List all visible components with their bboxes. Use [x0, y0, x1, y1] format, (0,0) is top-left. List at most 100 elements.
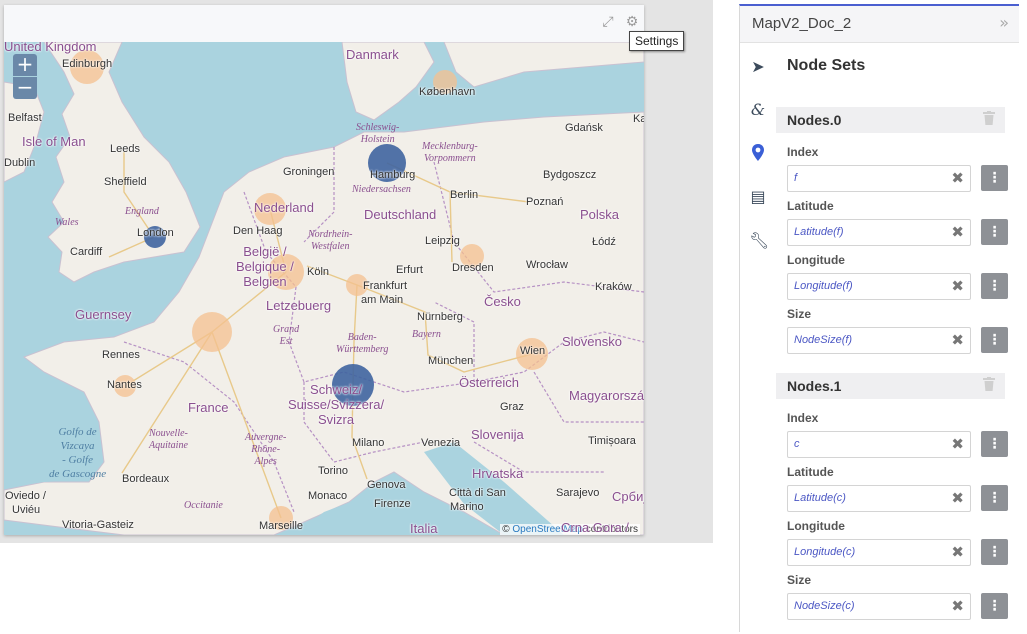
wrench-icon[interactable]: 🔧︎	[749, 232, 769, 250]
field-value: Longitude(f)	[794, 280, 853, 292]
field-input-size[interactable]: NodeSize(c) ✖	[787, 593, 971, 620]
city-label-30: Milano	[352, 437, 385, 449]
city-label-38: Città di San	[449, 487, 506, 499]
country-label-18: Italia	[410, 521, 438, 535]
field-input-index[interactable]: f ✖	[787, 165, 971, 192]
country-label-14: France	[188, 400, 229, 415]
region-label-10: Auvergne- Rhône- Alpes	[245, 432, 287, 467]
field-value: NodeSize(c)	[794, 600, 855, 612]
node-marker-6[interactable]	[192, 312, 232, 352]
city-label-23: Kraków	[595, 281, 632, 293]
clear-icon[interactable]: ✖	[951, 277, 964, 295]
field-input-size[interactable]: NodeSize(f) ✖	[787, 327, 971, 354]
city-label-19: Dresden	[452, 262, 494, 274]
field-value: Latitude(c)	[794, 492, 846, 504]
widget-header: ⤢ ⚙	[4, 5, 644, 42]
country-label-19: Crna Gora /	[561, 520, 629, 535]
field-label-longitude: Longitude	[787, 519, 845, 533]
field-input-longitude[interactable]: Longitude(f) ✖	[787, 273, 971, 300]
field-value: NodeSize(f)	[794, 334, 853, 346]
map-pin-icon[interactable]	[749, 144, 767, 162]
country-label-15: Slovenija	[471, 427, 524, 442]
field-menu-button[interactable]: ⋮	[981, 431, 1008, 457]
city-label-20: Wrocław	[526, 259, 568, 271]
field-menu-button[interactable]: ⋮	[981, 593, 1008, 619]
city-label-14: Poznań	[526, 196, 564, 208]
city-label-37: Firenze	[374, 498, 411, 510]
city-label-42: Uviéu	[12, 504, 41, 516]
clear-icon[interactable]: ✖	[951, 435, 964, 453]
region-label-1: Mecklenburg- Vorpommern	[422, 141, 478, 164]
field-label-index: Index	[787, 145, 819, 159]
city-label-10: København	[419, 86, 476, 98]
clear-icon[interactable]: ✖	[951, 597, 964, 615]
field-menu-button[interactable]: ⋮	[981, 539, 1008, 565]
region-label-3: Wales	[55, 217, 79, 228]
field-menu-button[interactable]: ⋮	[981, 485, 1008, 511]
city-label-7: Den Haag	[233, 225, 283, 237]
region-label-11: Occitanie	[184, 500, 223, 511]
city-label-1: Belfast	[8, 112, 42, 124]
country-label-2: Isle of Man	[22, 134, 86, 149]
city-label-13: Berlin	[450, 189, 479, 201]
clear-icon[interactable]: ✖	[951, 331, 964, 349]
clear-icon[interactable]: ✖	[951, 543, 964, 561]
field-input-latitude[interactable]: Latitude(c) ✖	[787, 485, 971, 512]
country-label-0: United Kingdom	[4, 42, 97, 54]
field-input-longitude[interactable]: Longitude(c) ✖	[787, 539, 971, 566]
city-label-15: Leipzig	[425, 235, 460, 247]
field-label-latitude: Latitude	[787, 199, 834, 213]
city-label-34: Torino	[318, 465, 348, 477]
country-label-13: Magyarország	[569, 388, 644, 403]
ampersand-icon[interactable]: &	[749, 101, 767, 119]
trash-icon[interactable]	[982, 111, 996, 127]
city-label-39: Marino	[450, 501, 484, 513]
field-menu-button[interactable]: ⋮	[981, 219, 1008, 245]
field-label-size: Size	[787, 307, 812, 321]
clear-icon[interactable]: ✖	[951, 223, 964, 241]
field-value: Longitude(c)	[794, 546, 856, 558]
zoom-in-button[interactable]: +	[13, 54, 37, 76]
trash-icon[interactable]	[982, 377, 996, 393]
field-input-index[interactable]: c ✖	[787, 431, 971, 458]
map-widget: ⤢ ⚙ + − © OpenStreetMap contributors Uni…	[4, 5, 644, 535]
node-set-header-1: Nodes.1	[776, 373, 1005, 399]
field-menu-button[interactable]: ⋮	[981, 327, 1008, 353]
country-label-4: Deutschland	[364, 207, 437, 222]
field-label-index: Index	[787, 411, 819, 425]
city-label-43: Vitoria-Gasteiz	[62, 519, 134, 531]
country-label-16: Hrvatska	[472, 466, 524, 481]
field-value: Latitude(f)	[794, 226, 844, 238]
panel-header: MapV2_Doc_2 »	[740, 6, 1019, 43]
city-label-17: Köln	[307, 266, 330, 278]
region-label-0: Schleswig- Holstein	[356, 122, 400, 145]
node-set-header-0: Nodes.0	[776, 107, 1005, 133]
navigation-arrow-icon[interactable]: ➤	[749, 58, 767, 76]
clear-icon[interactable]: ✖	[951, 169, 964, 187]
field-value: c	[794, 438, 800, 450]
expand-icon[interactable]: ⤢	[600, 14, 616, 30]
list-icon[interactable]: ▤	[749, 188, 767, 206]
field-menu-button[interactable]: ⋮	[981, 273, 1008, 299]
city-label-6: Cardiff	[70, 246, 103, 258]
region-label-2: Niedersachsen	[352, 184, 411, 195]
clear-icon[interactable]: ✖	[951, 489, 964, 507]
gear-icon[interactable]: ⚙	[624, 14, 640, 30]
field-menu-button[interactable]: ⋮	[981, 165, 1008, 191]
region-label-5: Nordrhein- Westfalen	[308, 229, 353, 252]
panel-content: Node Sets Nodes.0 Index f ✖ ⋮ Latitude Latitud…	[776, 45, 1020, 634]
attribution-prefix: ©	[502, 524, 513, 535]
double-chevron-right-icon[interactable]: »	[999, 13, 1009, 32]
city-label-41: Oviedo /	[5, 490, 46, 502]
city-label-36: Monaco	[308, 490, 348, 502]
country-label-7: Letzebuerg	[266, 298, 332, 313]
section-title: Node Sets	[787, 57, 866, 74]
region-label-8: Grand Est	[273, 324, 300, 347]
field-label-longitude: Longitude	[787, 253, 845, 267]
field-input-latitude[interactable]: Latitude(f) ✖	[787, 219, 971, 246]
node-set-label: Nodes.1	[787, 378, 842, 394]
city-label-5: London	[137, 227, 174, 239]
map-view[interactable]: + − © OpenStreetMap contributors United …	[4, 42, 644, 535]
city-label-44: Marseille	[259, 520, 304, 532]
zoom-out-button[interactable]: −	[13, 77, 37, 99]
